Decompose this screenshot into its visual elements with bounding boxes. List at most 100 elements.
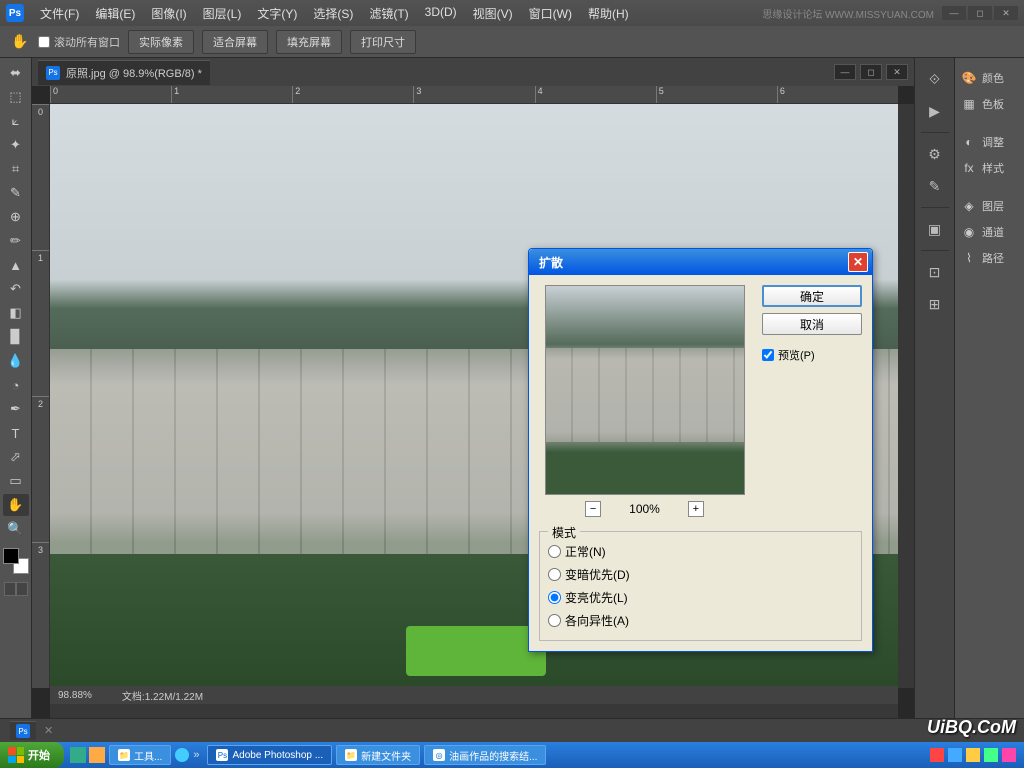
task-tools[interactable]: 📁 工具... (109, 745, 171, 765)
dock-history-icon[interactable]: ⟐ (921, 66, 949, 92)
panel-paths[interactable]: ⌇路径 (955, 246, 1024, 270)
mode-normal[interactable]: 正常(N) (548, 540, 853, 563)
dock-navigator-icon[interactable]: ⊞ (921, 291, 949, 317)
panel-swatches[interactable]: ▦色板 (955, 92, 1024, 116)
eyedropper-tool[interactable]: ✎ (3, 182, 29, 204)
dock-properties-icon[interactable]: ⚙ (921, 141, 949, 167)
mode-fieldset: 模式 正常(N) 变暗优先(D) 变亮优先(L) 各向异性(A) (539, 531, 862, 641)
panel-styles[interactable]: fx样式 (955, 156, 1024, 180)
cancel-button[interactable]: 取消 (762, 313, 862, 335)
menu-window[interactable]: 窗口(W) (523, 2, 578, 25)
shape-tool[interactable]: ▭ (3, 470, 29, 492)
dock-character-icon[interactable]: ▣ (921, 216, 949, 242)
tray-icon[interactable] (1002, 748, 1016, 762)
eraser-tool[interactable]: ◧ (3, 302, 29, 324)
mode-lighten[interactable]: 变亮优先(L) (548, 586, 853, 609)
paths-icon: ⌇ (961, 250, 977, 266)
menu-select[interactable]: 选择(S) (307, 2, 359, 25)
dock-brushes-icon[interactable]: ✎ (921, 173, 949, 199)
ruler-horizontal: 0123456 (50, 86, 898, 104)
tray-icon[interactable] (930, 748, 944, 762)
blur-tool[interactable]: 💧 (3, 350, 29, 372)
brush-tool[interactable]: ✏ (3, 230, 29, 252)
tab-close-icon[interactable]: ✕ (44, 724, 53, 737)
window-maximize[interactable]: ◻ (968, 6, 992, 20)
gradient-tool[interactable]: ▉ (3, 326, 29, 348)
filter-preview[interactable] (545, 285, 745, 495)
quick-launch-icon[interactable] (175, 748, 189, 762)
system-tray[interactable] (930, 748, 1024, 762)
path-tool[interactable]: ⬀ (3, 446, 29, 468)
watermark-text: 思缘设计论坛 WWW.MISSYUAN.COM (762, 6, 934, 21)
hand-tool[interactable]: ✋ (3, 494, 29, 516)
menu-edit[interactable]: 编辑(E) (89, 2, 141, 25)
start-button[interactable]: 开始 (0, 742, 64, 768)
panel-column: 🎨颜色 ▦色板 ◐调整 fx样式 ◈图层 ◉通道 ⌇路径 (954, 58, 1024, 718)
actual-pixels-button[interactable]: 实际像素 (128, 30, 194, 54)
panel-adjustments[interactable]: ◐调整 (955, 130, 1024, 154)
tray-icon[interactable] (984, 748, 998, 762)
print-size-button[interactable]: 打印尺寸 (350, 30, 416, 54)
doc-maximize[interactable]: ◻ (860, 64, 882, 80)
crop-tool[interactable]: ⌗ (3, 158, 29, 180)
history-brush-tool[interactable]: ↶ (3, 278, 29, 300)
panel-color[interactable]: 🎨颜色 (955, 66, 1024, 90)
foreground-color-swatch[interactable] (3, 548, 19, 564)
stamp-tool[interactable]: ▲ (3, 254, 29, 276)
window-close[interactable]: ✕ (994, 6, 1018, 20)
document-tab[interactable]: Ps 原照.jpg @ 98.9%(RGB/8) * (38, 60, 210, 85)
pen-tool[interactable]: ✒ (3, 398, 29, 420)
zoom-level[interactable]: 98.88% (58, 690, 92, 701)
dialog-title: 扩散 (539, 254, 563, 271)
healing-tool[interactable]: ⊕ (3, 206, 29, 228)
zoom-out-button[interactable]: − (585, 501, 601, 517)
window-minimize[interactable]: — (942, 6, 966, 20)
quick-launch-icon[interactable] (89, 747, 105, 763)
scroll-all-checkbox[interactable]: 滚动所有窗口 (38, 34, 120, 50)
ok-button[interactable]: 确定 (762, 285, 862, 307)
swatches-icon: ▦ (961, 96, 977, 112)
menu-view[interactable]: 视图(V) (467, 2, 519, 25)
scrollbar-horizontal[interactable] (50, 704, 898, 718)
panel-layers[interactable]: ◈图层 (955, 194, 1024, 218)
screen-mode[interactable] (4, 582, 28, 596)
menu-type[interactable]: 文字(Y) (251, 2, 303, 25)
quick-launch (70, 747, 105, 763)
tray-icon[interactable] (966, 748, 980, 762)
panel-channels[interactable]: ◉通道 (955, 220, 1024, 244)
menu-filter[interactable]: 滤镜(T) (363, 2, 414, 25)
mode-anisotropic[interactable]: 各向异性(A) (548, 609, 853, 632)
lasso-tool[interactable]: ⟀ (3, 110, 29, 132)
ps-icon: Ps (216, 749, 228, 761)
menu-layer[interactable]: 图层(L) (197, 2, 248, 25)
task-folder[interactable]: 📁 新建文件夹 (336, 745, 420, 765)
fit-screen-button[interactable]: 适合屏幕 (202, 30, 268, 54)
move-tool[interactable]: ⬌ (3, 62, 29, 84)
mode-darken[interactable]: 变暗优先(D) (548, 563, 853, 586)
dock-actions-icon[interactable]: ▶ (921, 98, 949, 124)
doc-close[interactable]: ✕ (886, 64, 908, 80)
zoom-tool[interactable]: 🔍 (3, 518, 29, 540)
dock-info-icon[interactable]: ⊡ (921, 259, 949, 285)
doc-minimize[interactable]: — (834, 64, 856, 80)
task-browser[interactable]: ◎ 油画作品的搜索结... (424, 745, 546, 765)
color-swatches[interactable] (3, 548, 29, 574)
scrollbar-vertical[interactable] (898, 104, 914, 688)
menu-file[interactable]: 文件(F) (34, 2, 85, 25)
dialog-close-button[interactable]: ✕ (848, 252, 868, 272)
dodge-tool[interactable]: ◔ (3, 374, 29, 396)
preview-checkbox[interactable]: 预览(P) (762, 347, 862, 363)
menu-image[interactable]: 图像(I) (145, 2, 192, 25)
dialog-titlebar[interactable]: 扩散 ✕ (529, 249, 872, 275)
quick-launch-icon[interactable] (70, 747, 86, 763)
fill-screen-button[interactable]: 填充屏幕 (276, 30, 342, 54)
zoom-in-button[interactable]: + (688, 501, 704, 517)
menu-3d[interactable]: 3D(D) (419, 2, 463, 25)
menu-help[interactable]: 帮助(H) (582, 2, 635, 25)
wand-tool[interactable]: ✦ (3, 134, 29, 156)
task-photoshop[interactable]: Ps Adobe Photoshop ... (207, 745, 332, 765)
tray-icon[interactable] (948, 748, 962, 762)
bottom-doc-tab[interactable]: Ps (10, 721, 36, 740)
marquee-tool[interactable]: ⬚ (3, 86, 29, 108)
type-tool[interactable]: T (3, 422, 29, 444)
